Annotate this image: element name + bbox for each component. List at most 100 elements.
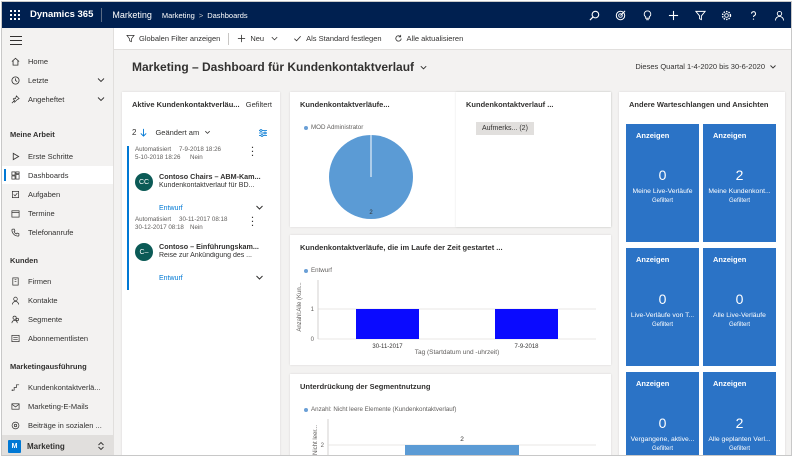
sidebar-item-pinned[interactable]: Angeheftet bbox=[2, 90, 113, 108]
tile-view-label[interactable]: Anzeigen bbox=[713, 255, 746, 264]
app-name[interactable]: Marketing bbox=[102, 8, 162, 22]
tile-view-label[interactable]: Anzeigen bbox=[636, 131, 669, 140]
more-options-icon[interactable]: · · · bbox=[251, 214, 254, 230]
record-type: Automatisiert bbox=[135, 146, 172, 153]
gear-icon[interactable] bbox=[714, 2, 741, 28]
command-bar: Globalen Filter anzeigen Neu Als Standar… bbox=[114, 28, 791, 50]
top-nav-bar: Dynamics 365 Marketing Marketing > Dashb… bbox=[2, 2, 792, 28]
y-axis-label: Nicht leer... bbox=[313, 425, 319, 455]
tile-view-label[interactable]: Anzeigen bbox=[713, 131, 746, 140]
queue-tile[interactable]: Anzeigen 2 Meine Kundenkont... Gefiltert bbox=[703, 124, 776, 242]
chevron-down-icon[interactable] bbox=[97, 95, 105, 103]
new-button[interactable]: Neu bbox=[231, 28, 270, 50]
chart-title[interactable]: Kundenkontaktverlauf ... bbox=[466, 100, 554, 109]
target-icon[interactable] bbox=[608, 2, 635, 28]
queue-tile[interactable]: Anzeigen 0 Live-Verläufe von T... Gefilt… bbox=[626, 248, 699, 366]
stream-title: Aktive Kundenkontaktverläu... bbox=[132, 100, 240, 109]
record-status: Entwurf bbox=[159, 275, 183, 282]
breadcrumb-marketing[interactable]: Marketing bbox=[162, 11, 195, 20]
clock-icon bbox=[10, 75, 20, 85]
x-tick-label: 7-9-2018 bbox=[514, 344, 539, 350]
sidebar-item-customer-journeys[interactable]: Kundenkontaktverlä... bbox=[2, 378, 113, 396]
sidebar-item-appointments[interactable]: Termine bbox=[2, 204, 113, 222]
tile-view-label[interactable]: Anzeigen bbox=[636, 379, 669, 388]
sidebar-item-dashboards[interactable]: Dashboards bbox=[2, 166, 113, 184]
filter-icon[interactable] bbox=[687, 2, 714, 28]
phone-icon bbox=[10, 227, 20, 237]
bar[interactable] bbox=[495, 309, 558, 339]
section-my-work: Meine Arbeit bbox=[10, 130, 55, 139]
bar[interactable] bbox=[405, 445, 519, 456]
bar-chart[interactable]: 0 1 Anzahl:Alle (Kun... 30-11-2017 7-9-2018 T… bbox=[290, 235, 611, 365]
play-icon bbox=[10, 151, 20, 161]
tile-view-label[interactable]: Anzeigen bbox=[636, 255, 669, 264]
queue-tile[interactable]: Anzeigen 2 Alle geplanten Verl... Gefilt… bbox=[703, 372, 776, 455]
show-global-filter-button[interactable]: Globalen Filter anzeigen bbox=[120, 28, 226, 50]
bar-data-label: 2 bbox=[460, 436, 464, 443]
tile-view-label[interactable]: Anzeigen bbox=[713, 379, 746, 388]
new-dropdown-button[interactable] bbox=[270, 28, 287, 50]
checkmark-icon bbox=[294, 35, 302, 42]
refresh-all-button[interactable]: Alle aktualisieren bbox=[388, 28, 470, 50]
sidebar-item-accounts[interactable]: Firmen bbox=[2, 272, 113, 290]
chevron-down-icon bbox=[420, 65, 427, 69]
period-selector[interactable]: Dieses Quartal 1-4-2020 bis 30-6-2020 bbox=[635, 62, 777, 71]
journey-icon bbox=[10, 382, 20, 392]
filter-pill[interactable]: Aufmerks... (2) bbox=[476, 122, 534, 135]
lightbulb-icon[interactable] bbox=[634, 2, 661, 28]
y-tick-label: 1 bbox=[311, 307, 315, 313]
hamburger-icon[interactable] bbox=[10, 36, 22, 46]
sidebar-item-tasks[interactable]: Aufgaben bbox=[2, 185, 113, 203]
bar[interactable] bbox=[356, 309, 419, 339]
plus-icon[interactable] bbox=[661, 2, 688, 28]
sort-field-label[interactable]: Geändert am bbox=[155, 128, 199, 137]
queue-tile[interactable]: Anzeigen 0 Meine Live-Verläufe Gefiltert bbox=[626, 124, 699, 242]
sidebar-item-recent[interactable]: Letzte bbox=[2, 71, 113, 89]
chevron-down-icon[interactable] bbox=[255, 273, 264, 282]
help-icon[interactable] bbox=[740, 2, 767, 28]
sidebar-item-getting-started[interactable]: Erste Schritte bbox=[2, 147, 113, 165]
sidebar-item-home[interactable]: Home bbox=[2, 52, 113, 70]
sidebar-item-subscription-lists[interactable]: Abonnementlisten bbox=[2, 329, 113, 347]
sidebar-item-phone-calls[interactable]: Telefonanrufe bbox=[2, 223, 113, 241]
brand-name[interactable]: Dynamics 365 bbox=[28, 8, 103, 22]
dashboard-selector[interactable]: Marketing – Dashboard für Kundenkontaktv… bbox=[132, 60, 428, 74]
list-icon bbox=[10, 333, 20, 343]
tile-name: Alle geplanten Verl... bbox=[708, 436, 771, 443]
tile-count: 2 bbox=[735, 415, 744, 431]
queue-tile[interactable]: Anzeigen 0 Alle Live-Verläufe Gefiltert bbox=[703, 248, 776, 366]
user-icon[interactable] bbox=[767, 2, 792, 28]
area-switcher[interactable]: M Marketing bbox=[2, 435, 113, 455]
search-icon[interactable] bbox=[581, 2, 608, 28]
more-options-icon[interactable]: · · · bbox=[251, 144, 254, 160]
set-as-default-button[interactable]: Als Standard festlegen bbox=[287, 28, 387, 50]
queues-card: Andere Warteschlangen und Ansichten Anze… bbox=[619, 92, 785, 455]
y-tick-label: 0 bbox=[311, 337, 315, 343]
sidebar-item-label: Dashboards bbox=[28, 170, 69, 180]
sidebar-item-contacts[interactable]: Kontakte bbox=[2, 291, 113, 309]
stream-record[interactable]: Automatisiert 30-11-2017 08:18 30-12-2017… bbox=[127, 214, 266, 290]
stream-settings-icon[interactable] bbox=[258, 128, 268, 138]
breadcrumb-dashboards[interactable]: Dashboards bbox=[207, 11, 247, 20]
x-axis-label: Tag (Startdatum und -uhrzeit) bbox=[415, 349, 500, 356]
stream-record[interactable]: Automatisiert 7-9-2018 18:26 5-10-2018 18… bbox=[127, 144, 266, 220]
show-global-filter-label: Globalen Filter anzeigen bbox=[139, 34, 221, 43]
sidebar-item-segments[interactable]: Segmente bbox=[2, 310, 113, 328]
tile-count: 0 bbox=[658, 291, 667, 307]
queue-tile[interactable]: Anzeigen 0 Vergangene, aktive... Gefilte… bbox=[626, 372, 699, 455]
record-meta-row: 30-12-2017 08:18 Nein bbox=[135, 224, 203, 231]
segment-bar-chart[interactable]: 2Nicht leer... 2 bbox=[290, 374, 611, 456]
chevron-down-icon[interactable] bbox=[204, 129, 211, 136]
sidebar-item-marketing-emails[interactable]: Marketing-E-Mails bbox=[2, 397, 113, 415]
app-launcher-icon[interactable] bbox=[2, 2, 28, 28]
chevron-down-icon[interactable] bbox=[97, 76, 105, 84]
sort-arrow-down-icon[interactable] bbox=[139, 128, 148, 137]
chevron-down-icon[interactable] bbox=[255, 203, 264, 212]
record-title[interactable]: Contoso Chairs – ABM-Kam... bbox=[159, 172, 266, 181]
record-meta-row: Automatisiert 7-9-2018 18:26 bbox=[135, 146, 221, 153]
stream-filter-label[interactable]: Gefiltert bbox=[246, 100, 272, 109]
sidebar-item-social-posts[interactable]: Beiträge in sozialen ... bbox=[2, 416, 113, 434]
building-icon bbox=[10, 276, 20, 286]
record-start-date: 30-12-2017 08:18 bbox=[135, 224, 184, 231]
record-title[interactable]: Contoso – Einführungskam... bbox=[159, 242, 266, 251]
